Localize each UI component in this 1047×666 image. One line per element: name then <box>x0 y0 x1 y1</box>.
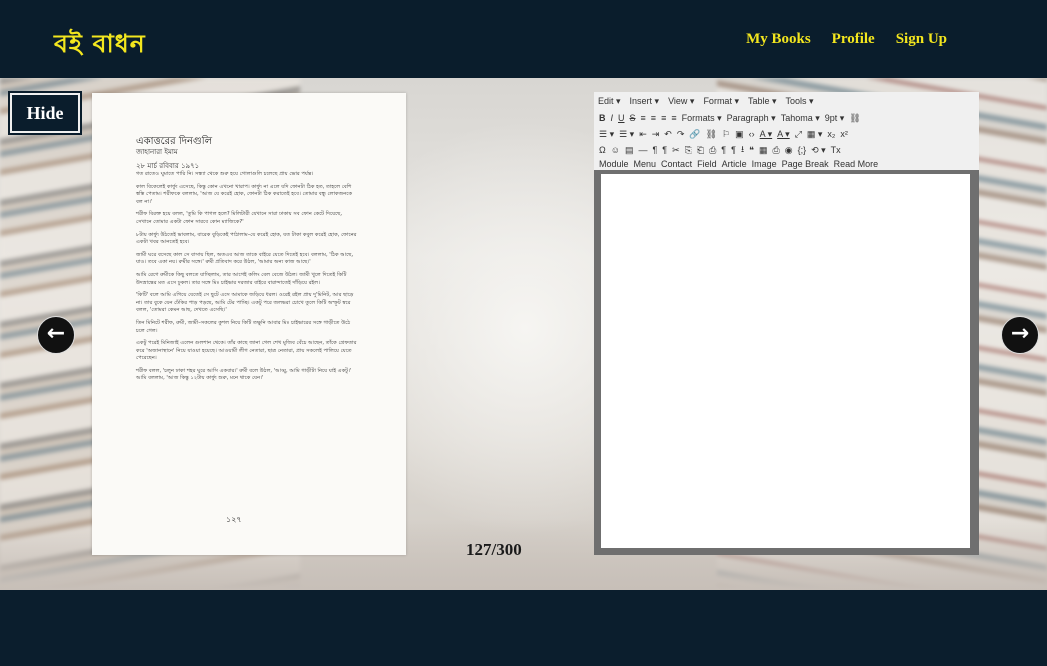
numbered-list-icon[interactable]: ☰ ▾ <box>619 129 634 140</box>
font-size-dropdown[interactable]: 9pt ▾ <box>825 113 845 124</box>
horizontal-rule-icon[interactable]: — <box>638 145 647 155</box>
book-page-text: একাত্তরের দিনগুলি জাহানারা ইমাম ২৮ মার্চ… <box>136 136 358 388</box>
emoticon-icon[interactable]: ☺ <box>611 145 620 155</box>
bullet-list-icon[interactable]: ☰ ▾ <box>599 129 614 140</box>
nav-sign-up[interactable]: Sign Up <box>896 31 947 48</box>
unlink-icon[interactable]: ⛓ <box>706 129 717 140</box>
book-page-scan: একাত্তরের দিনগুলি জাহানারা ইমাম ২৮ মার্চ… <box>92 93 406 555</box>
editor-toolbar-1: B I U S ≡ ≡ ≡ ≡ Formats ▾ Paragraph ▾ Ta… <box>594 110 979 126</box>
arrow-right-icon[interactable]: → <box>1001 316 1039 354</box>
fullscreen-icon[interactable]: ⤢ <box>795 129 802 140</box>
link-icon[interactable]: 🔗 <box>689 129 700 140</box>
preview-icon[interactable]: ◉ <box>785 145 793 156</box>
editor-menubar: Edit ▾ Insert ▾ View ▾ Format ▾ Table ▾ … <box>594 92 979 110</box>
module-button[interactable]: Module <box>599 159 629 169</box>
align-right-icon[interactable]: ≡ <box>661 113 666 123</box>
site-header: বই বাধন My Books Profile Sign Up <box>0 0 1047 78</box>
superscript-icon[interactable]: x² <box>840 129 848 139</box>
anchor-icon[interactable]: ⚐ <box>722 129 730 140</box>
book-paragraph: জামী ঘরে বসেছে কাল সে বাসায় ছিল, অতএব আ… <box>136 251 354 266</box>
arrow-left-icon[interactable]: ← <box>37 316 75 354</box>
book-paragraph: শরীফ বলল, 'চলুন ঢাকা শহর ঘুরে আসি একবার।… <box>136 367 352 382</box>
template-icon[interactable]: ▦ <box>759 145 768 156</box>
blockquote-icon[interactable]: ❝ <box>749 145 754 156</box>
main-nav: My Books Profile Sign Up <box>725 31 947 48</box>
book-author: জাহানারা ইমাম <box>136 148 178 156</box>
cut-icon[interactable]: ✂ <box>672 145 680 156</box>
show-blocks-icon[interactable]: ¶ <box>721 145 726 155</box>
field-button[interactable]: Field <box>697 159 717 169</box>
menu-edit[interactable]: Edit ▾ <box>598 96 621 107</box>
outdent-icon[interactable]: ⇤ <box>639 129 647 140</box>
editor-toolbar-4: Module Menu Contact Field Article Image … <box>594 158 979 170</box>
contact-button[interactable]: Contact <box>661 159 692 169</box>
underline-icon[interactable]: U <box>618 113 625 123</box>
page-counter: 127/300 <box>466 540 522 559</box>
visual-chars-icon[interactable]: ¶ <box>731 145 736 155</box>
nav-my-books[interactable]: My Books <box>746 31 811 48</box>
clear-formatting-icon[interactable]: Tx <box>831 145 841 155</box>
hide-button[interactable]: Hide <box>10 93 80 133</box>
book-paragraph: আমি রেগে রুমীকে কিছু বলতে যাচ্ছিলাম, তার… <box>136 271 347 286</box>
book-paragraph: 'কিটি' বলে আমি এগিয়ে যেতেই সে ছুটে এসে … <box>136 292 354 314</box>
menu-table[interactable]: Table ▾ <box>748 96 777 107</box>
menu-insert[interactable]: Insert ▾ <box>630 96 660 107</box>
book-paragraph: কাল বিকেলেই কার্ফ্যু এসেছে, কিন্তু কোন এ… <box>136 183 353 205</box>
nonbreaking-icon[interactable]: ⭳ <box>741 142 744 158</box>
align-left-icon[interactable]: ≡ <box>641 113 646 123</box>
read-more-button[interactable]: Read More <box>834 159 879 169</box>
book-paragraph: ৮টায় কার্ফ্যু উঠতেই ভাবলাম, বারেক বুড়ি… <box>136 231 357 246</box>
book-paragraph: তিন মিনিটে শরীফ, রুমী, জামী–সকলের কুশল ন… <box>136 319 351 334</box>
source-code-icon[interactable]: {;} <box>798 145 807 155</box>
text-editor: Edit ▾ Insert ▾ View ▾ Format ▾ Table ▾ … <box>594 92 979 555</box>
menu-format[interactable]: Format ▾ <box>703 96 739 107</box>
print-icon[interactable]: ⎙ <box>773 145 780 156</box>
menu-view[interactable]: View ▾ <box>668 96 694 107</box>
nav-profile[interactable]: Profile <box>832 31 875 48</box>
book-paragraph: গত রাতেও ঘুমাতে পারি নি। সন্ধ্যা থেকে শু… <box>136 171 314 177</box>
subscript-icon[interactable]: x₂ <box>827 129 835 139</box>
code-icon[interactable]: ‹› <box>749 129 755 139</box>
font-family-dropdown[interactable]: Tahoma ▾ <box>781 113 820 124</box>
text-color-icon[interactable]: A ▾ <box>760 129 773 140</box>
editor-toolbar-2: ☰ ▾ ☰ ▾ ⇤ ⇥ ↶ ↷ 🔗 ⛓ ⚐ ▣ ‹› A ▾ A ▾ ⤢ ▦ ▾… <box>594 126 979 142</box>
table-icon[interactable]: ▦ ▾ <box>807 129 823 140</box>
site-logo[interactable]: বই বাধন <box>54 24 146 67</box>
italic-icon[interactable]: I <box>611 113 614 123</box>
book-paragraph: একটু পরেই মিনিজাই এলেন গুলশান থেকে। তাঁর… <box>136 340 357 362</box>
paragraph-dropdown[interactable]: Paragraph ▾ <box>727 113 776 124</box>
restore-draft-icon[interactable]: ⟲ ▾ <box>811 145 826 156</box>
special-char-icon[interactable]: Ω <box>599 145 606 155</box>
binoculars-icon[interactable]: ⛓ <box>849 113 860 124</box>
bold-icon[interactable]: B <box>599 113 606 123</box>
indent-icon[interactable]: ⇥ <box>652 129 660 140</box>
book-title: একাত্তরের দিনগুলি <box>136 136 213 147</box>
ltr-icon[interactable]: ¶ <box>652 145 657 155</box>
media-icon[interactable]: ▤ <box>625 145 634 156</box>
article-button[interactable]: Article <box>722 159 747 169</box>
book-paragraph: শরীফ বিরক্ত হয়ে বলল, 'তুমি কি পাগল হলে?… <box>136 211 343 225</box>
image-button[interactable]: Image <box>752 159 777 169</box>
editor-toolbar-3: Ω ☺ ▤ — ¶ ¶ ✂ ⎘ ⎗ ⎙ ¶ ¶ ⭳ ❝ ▦ ⎙ ◉ {;} ⟲ … <box>594 142 979 158</box>
rtl-icon[interactable]: ¶ <box>662 145 667 155</box>
menu-tools[interactable]: Tools ▾ <box>786 96 814 107</box>
strikethrough-icon[interactable]: S <box>630 113 636 123</box>
background-color-icon[interactable]: A ▾ <box>777 129 790 140</box>
book-page-number: ১২৭ <box>226 515 242 524</box>
redo-icon[interactable]: ↷ <box>677 129 685 140</box>
undo-icon[interactable]: ↶ <box>664 129 672 140</box>
book-date-line: ২৮ মার্চ রবিবার ১৯৭১ <box>136 162 200 170</box>
align-center-icon[interactable]: ≡ <box>651 113 656 123</box>
editor-content-area[interactable] <box>601 174 970 548</box>
menu-button[interactable]: Menu <box>634 159 657 169</box>
page-break-button[interactable]: Page Break <box>782 159 829 169</box>
copy-icon[interactable]: ⎘ <box>685 145 692 156</box>
formats-dropdown[interactable]: Formats ▾ <box>682 113 722 124</box>
paste-icon[interactable]: ⎗ <box>697 145 704 156</box>
image-icon[interactable]: ▣ <box>735 129 744 140</box>
align-justify-icon[interactable]: ≡ <box>671 113 676 123</box>
paste-text-icon[interactable]: ⎙ <box>709 145 716 156</box>
